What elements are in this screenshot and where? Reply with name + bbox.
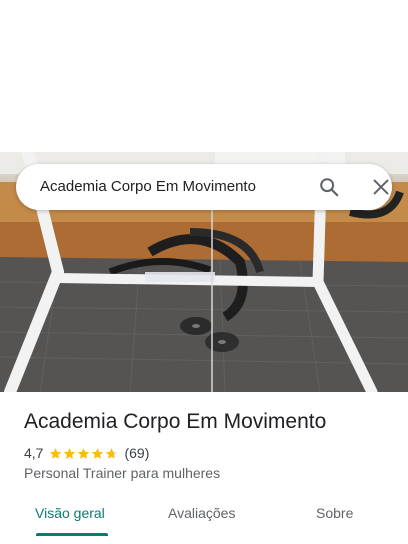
active-tab-indicator	[36, 533, 108, 536]
search-bar[interactable]: Academia Corpo Em Movimento	[16, 164, 392, 210]
star-icon	[92, 447, 104, 459]
star-rating	[49, 447, 119, 460]
star-icon	[78, 447, 90, 459]
place-page: Academia Corpo Em Movimento Academia Cor…	[0, 0, 408, 544]
place-category: Personal Trainer para mulheres	[24, 465, 221, 481]
star-half-icon	[106, 447, 118, 459]
tab-overview[interactable]: Visão geral	[35, 505, 105, 521]
star-icon	[64, 447, 76, 459]
place-title: Academia Corpo Em Movimento	[24, 410, 327, 433]
search-input[interactable]: Academia Corpo Em Movimento	[40, 178, 256, 195]
rating-value: 4,7	[24, 445, 44, 461]
tab-reviews[interactable]: Avaliações	[168, 505, 235, 521]
review-count[interactable]: (69)	[124, 445, 149, 461]
place-tabs: Visão geral Avaliações Sobre	[0, 500, 408, 544]
rating-row[interactable]: 4,7 (69)	[24, 444, 149, 462]
close-icon[interactable]	[370, 176, 392, 198]
star-icon	[50, 447, 62, 459]
tab-about[interactable]: Sobre	[316, 505, 353, 521]
search-icon[interactable]	[318, 176, 340, 198]
